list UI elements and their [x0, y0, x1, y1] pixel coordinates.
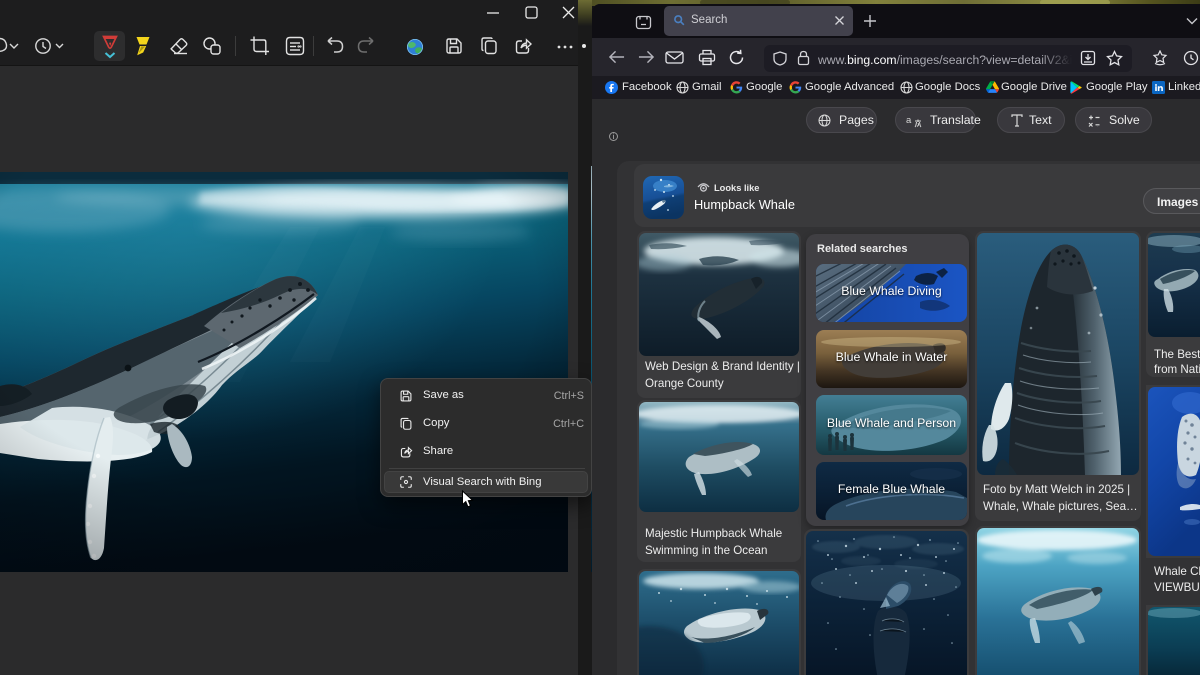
- svg-text:a: a: [906, 115, 912, 126]
